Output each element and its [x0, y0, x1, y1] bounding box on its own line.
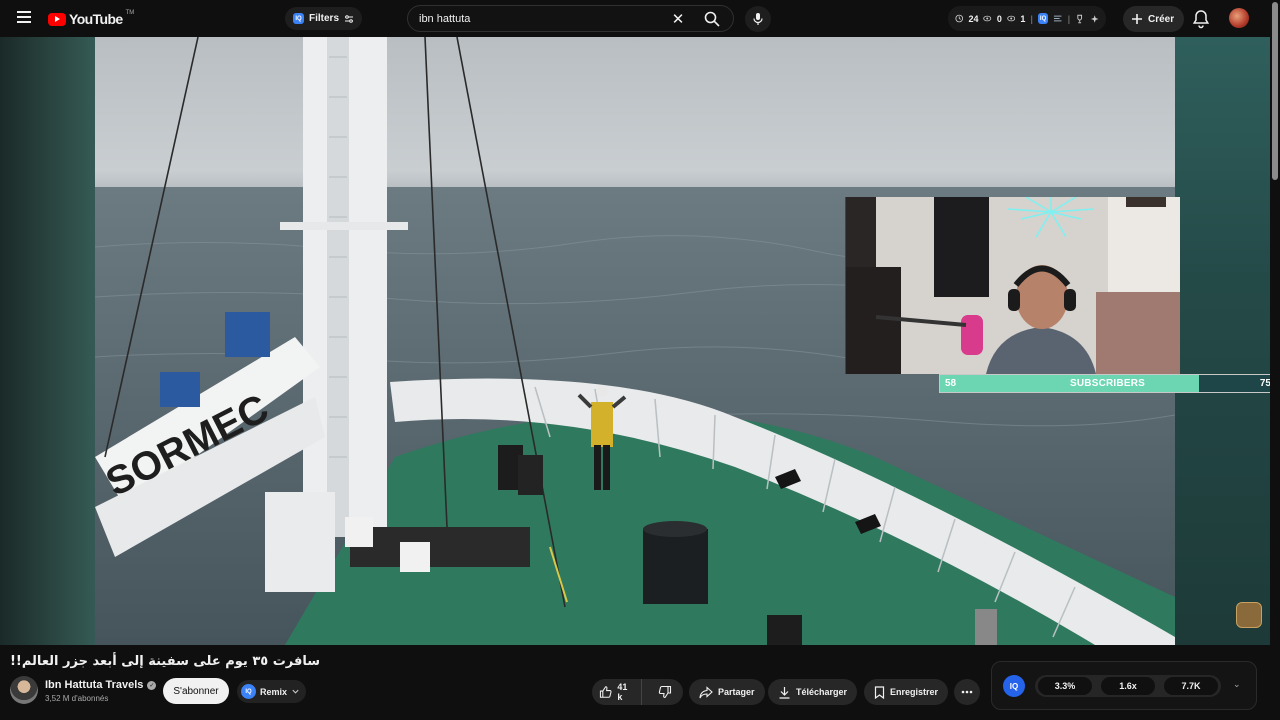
separator: |: [1067, 13, 1071, 24]
menu-icon[interactable]: [12, 8, 36, 30]
subscriber-goal-label: SUBSCRIBERS: [1070, 378, 1145, 389]
share-label: Partager: [718, 687, 755, 697]
bell-icon: [1192, 10, 1210, 29]
filters-label: Filters: [309, 13, 340, 24]
remix-button[interactable]: IQ Remix: [237, 680, 307, 703]
channel-avatar[interactable]: [10, 676, 38, 704]
separator: |: [1030, 13, 1033, 24]
like-count: 41 k: [617, 682, 628, 702]
channel-name[interactable]: Ibn Hattuta Travels ✓: [45, 679, 157, 691]
ext-stat-eye-b: 1: [1020, 13, 1026, 24]
more-horizontal-icon: [961, 690, 973, 694]
video-player[interactable]: SORMEC 58 SUBSCRIBERS 75: [0, 37, 1270, 645]
list-icon: [1054, 15, 1062, 22]
clock-icon: [955, 14, 964, 23]
account-avatar[interactable]: [1229, 8, 1249, 28]
subscriber-count: 3,52 M d'abonnés: [45, 694, 109, 703]
iq-stats-bar: 3.3% 1.6x 7.7K: [1035, 675, 1221, 697]
iq-stats-panel: IQ 3.3% 1.6x 7.7K ⌄: [991, 661, 1257, 710]
clear-icon[interactable]: ✕: [665, 10, 691, 28]
ambient-glow-right: [1175, 37, 1270, 645]
microphone-icon: [753, 13, 763, 25]
youtube-play-icon: [48, 12, 66, 26]
iq-badge-icon: IQ: [241, 684, 256, 699]
thumbs-down-icon: [658, 685, 672, 699]
download-icon: [779, 686, 790, 699]
more-actions-button[interactable]: [954, 679, 980, 705]
save-label: Enregistrer: [890, 687, 939, 697]
chevron-down-icon: [292, 689, 299, 694]
channel-watermark-icon[interactable]: [1236, 602, 1262, 628]
iq-stat-pill[interactable]: 3.3%: [1038, 677, 1092, 695]
iq-stat-pill[interactable]: 1.6x: [1101, 677, 1155, 695]
streamer-webcam: [845, 197, 1180, 374]
remix-label: Remix: [260, 686, 288, 697]
download-button[interactable]: Télécharger: [768, 679, 858, 705]
create-button[interactable]: Créer: [1123, 6, 1185, 32]
logo-trademark: TM: [125, 10, 135, 16]
search-icon: [704, 11, 720, 27]
bookmark-icon: [874, 685, 885, 699]
logo-text: YouTube: [69, 11, 123, 27]
channel-name-text: Ibn Hattuta Travels: [45, 679, 144, 691]
sliders-icon: [345, 14, 354, 23]
subscriber-goal-target: 75: [1259, 378, 1270, 389]
chevron-down-icon[interactable]: ⌄: [1233, 679, 1241, 690]
save-button[interactable]: Enregistrer: [864, 679, 949, 705]
notifications-button[interactable]: [1190, 8, 1212, 30]
dislike-button[interactable]: [647, 679, 683, 705]
ext-stat-clock: 24: [968, 13, 979, 24]
share-icon: [699, 685, 713, 698]
search-input[interactable]: [408, 12, 665, 25]
share-button[interactable]: Partager: [689, 679, 765, 705]
trophy-icon: [1077, 14, 1083, 23]
eye-icon: [983, 15, 992, 22]
youtube-logo[interactable]: YouTube TM: [48, 10, 135, 27]
scrollbar-thumb[interactable]: [1272, 2, 1278, 180]
filters-button[interactable]: IQ Filters: [285, 7, 363, 30]
sparkle-icon: [1090, 14, 1099, 23]
extension-stats[interactable]: 24 0 1 | IQ |: [948, 6, 1106, 31]
like-dislike-group: 41 k: [592, 679, 683, 705]
iq-logo-icon[interactable]: IQ: [1003, 675, 1025, 697]
create-label: Créer: [1148, 13, 1175, 25]
iq-stat-pill[interactable]: 7.7K: [1164, 677, 1218, 695]
search-box: ✕: [407, 5, 734, 32]
subscriber-goal-bar: 58 SUBSCRIBERS 75: [939, 374, 1270, 393]
search-button[interactable]: [691, 6, 733, 31]
webcam-scene: [846, 197, 1180, 374]
ext-stat-eye-a: 0: [996, 13, 1002, 24]
plus-icon: [1132, 14, 1142, 24]
iq-badge-icon: IQ: [293, 13, 304, 24]
like-button[interactable]: 41 k: [592, 679, 642, 705]
thumbs-up-icon: [599, 686, 612, 698]
video-title: !!سافرت ٣٥ يوم على سفينة إلى أبعد جزر ال…: [10, 654, 321, 669]
verified-icon: ✓: [147, 680, 157, 690]
eye-icon: [1007, 15, 1016, 22]
top-bar: YouTube TM IQ Filters ✕ 24 0 1 | IQ | Cr…: [0, 0, 1280, 37]
voice-search-button[interactable]: [745, 6, 771, 32]
subscribe-button[interactable]: S'abonner: [163, 678, 229, 704]
download-label: Télécharger: [796, 687, 848, 697]
iq-badge-icon: IQ: [1037, 13, 1049, 24]
